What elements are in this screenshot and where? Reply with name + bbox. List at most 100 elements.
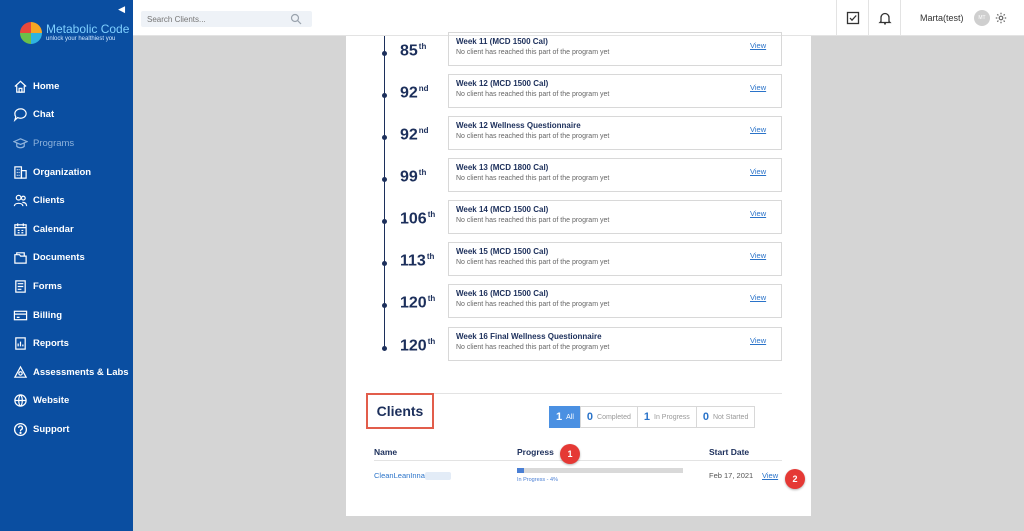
reports-icon (12, 336, 28, 352)
progress-bar-fill (517, 468, 524, 473)
sidebar-item-clients[interactable]: Clients (0, 186, 133, 215)
timeline-dot (382, 219, 387, 224)
timeline-status: No client has reached this part of the p… (456, 259, 610, 266)
progress-label: In Progress - 4% (517, 477, 558, 483)
filter-completed[interactable]: 0 Completed (579, 406, 638, 428)
sidebar-item-organization[interactable]: Organization (0, 158, 133, 187)
collapse-sidebar-icon[interactable]: ◀ (118, 4, 125, 15)
divider (868, 0, 869, 36)
sidebar-item-assessments-labs[interactable]: Assessments & Labs (0, 358, 133, 387)
sidebar-item-documents[interactable]: Documents (0, 244, 133, 273)
clients-heading-highlight: Clients (366, 393, 434, 429)
timeline-status: No client has reached this part of the p… (456, 301, 610, 308)
sidebar-item-label: Home (33, 80, 60, 92)
notifications-bell-icon[interactable] (878, 11, 892, 25)
timeline-day: 106th (400, 210, 436, 228)
timeline-entry: 99th Week 13 (MCD 1800 Cal) No client ha… (346, 158, 811, 196)
redacted-text (424, 472, 451, 481)
documents-icon (12, 250, 28, 266)
view-link[interactable]: View (750, 125, 766, 134)
sidebar-item-label: Calendar (33, 223, 74, 235)
view-client-link[interactable]: View (762, 471, 778, 480)
view-link[interactable]: View (750, 167, 766, 176)
timeline-card: Week 16 Final Wellness Questionnaire No … (448, 327, 782, 361)
sidebar-item-chat[interactable]: Chat (0, 101, 133, 130)
timeline-card: Week 12 (MCD 1500 Cal) No client has rea… (448, 74, 782, 108)
sidebar-item-home[interactable]: Home (0, 72, 133, 101)
timeline-title: Week 14 (MCD 1500 Cal) (456, 205, 549, 214)
column-header-name: Name (374, 447, 398, 457)
gear-icon[interactable] (995, 12, 1007, 24)
sidebar-item-label: Billing (33, 309, 63, 321)
timeline-title: Week 15 (MCD 1500 Cal) (456, 247, 549, 256)
sidebar-item-billing[interactable]: Billing (0, 301, 133, 330)
support-icon (12, 421, 28, 437)
view-link[interactable]: View (750, 251, 766, 260)
filter-in-progress[interactable]: 1 In Progress (636, 406, 697, 428)
tasks-checkbox-icon[interactable] (846, 11, 860, 25)
view-link[interactable]: View (750, 336, 766, 345)
website-icon (12, 393, 28, 409)
search-icon[interactable] (290, 13, 302, 25)
view-link[interactable]: View (750, 83, 766, 92)
view-link[interactable]: View (750, 293, 766, 302)
timeline-dot (382, 177, 387, 182)
avatar[interactable]: MT (974, 10, 990, 26)
sidebar-item-label: Clients (33, 195, 65, 207)
top-bar: Marta(test) MT (133, 0, 1024, 36)
timeline-card: Week 15 (MCD 1500 Cal) No client has rea… (448, 242, 782, 276)
view-link[interactable]: View (750, 209, 766, 218)
timeline-status: No client has reached this part of the p… (456, 133, 610, 140)
timeline-entry: 120th Week 16 (MCD 1500 Cal) No client h… (346, 284, 811, 322)
sidebar-item-label: Forms (33, 280, 63, 292)
logo-mark-icon (20, 22, 42, 44)
logo-name: Metabolic Code (46, 22, 130, 36)
sidebar-item-label: Website (33, 395, 70, 407)
calendar-icon (12, 221, 28, 237)
annotation-marker-1: 1 (560, 444, 580, 464)
timeline-status: No client has reached this part of the p… (456, 344, 610, 351)
timeline-card: Week 13 (MCD 1800 Cal) No client has rea… (448, 158, 782, 192)
chat-icon (12, 107, 28, 123)
user-name[interactable]: Marta(test) (920, 13, 964, 23)
sidebar-item-programs[interactable]: Programs (0, 129, 133, 158)
timeline-dot (382, 346, 387, 351)
timeline-status: No client has reached this part of the p… (456, 49, 610, 56)
divider (900, 0, 901, 36)
sidebar: ◀ Metabolic Code unlock your healthiest … (0, 0, 133, 531)
timeline-entry: 113th Week 15 (MCD 1500 Cal) No client h… (346, 242, 811, 280)
timeline-day: 92nd (400, 126, 429, 144)
timeline-dot (382, 303, 387, 308)
timeline-day: 92nd (400, 84, 429, 102)
logo-tagline: unlock your healthiest you (46, 36, 116, 42)
sidebar-item-label: Chat (33, 109, 55, 121)
timeline-dot (382, 135, 387, 140)
filter-not-started[interactable]: 0 Not Started (695, 406, 756, 428)
timeline-entry: 92nd Week 12 (MCD 1500 Cal) No client ha… (346, 74, 811, 112)
timeline-entry: 85th Week 11 (MCD 1500 Cal) No client ha… (346, 32, 811, 70)
filter-all[interactable]: 1 All (549, 406, 581, 428)
sidebar-item-support[interactable]: Support (0, 415, 133, 444)
home-icon (12, 78, 28, 94)
annotation-marker-2: 2 (785, 469, 805, 489)
view-link[interactable]: View (750, 41, 766, 50)
timeline-card: Week 14 (MCD 1500 Cal) No client has rea… (448, 200, 782, 234)
progress-bar (517, 468, 683, 473)
sidebar-item-label: Reports (33, 338, 69, 350)
billing-icon (12, 307, 28, 323)
sidebar-item-reports[interactable]: Reports (0, 329, 133, 358)
timeline-status: No client has reached this part of the p… (456, 217, 610, 224)
table-header-divider (374, 460, 782, 461)
sidebar-item-label: Assessments & Labs (33, 366, 129, 378)
program-detail-card: 85th Week 11 (MCD 1500 Cal) No client ha… (346, 32, 811, 516)
column-header-start-date: Start Date (709, 447, 750, 457)
search-input[interactable] (141, 11, 312, 27)
sidebar-item-calendar[interactable]: Calendar (0, 215, 133, 244)
logo[interactable]: Metabolic Code unlock your healthiest yo… (20, 22, 129, 44)
clients-icon (12, 193, 28, 209)
sidebar-item-forms[interactable]: Forms (0, 272, 133, 301)
timeline-day: 120th (400, 337, 436, 355)
sidebar-item-label: Programs (33, 137, 75, 149)
sidebar-item-website[interactable]: Website (0, 387, 133, 416)
client-name-link[interactable]: CleanLeanInna (374, 471, 451, 481)
